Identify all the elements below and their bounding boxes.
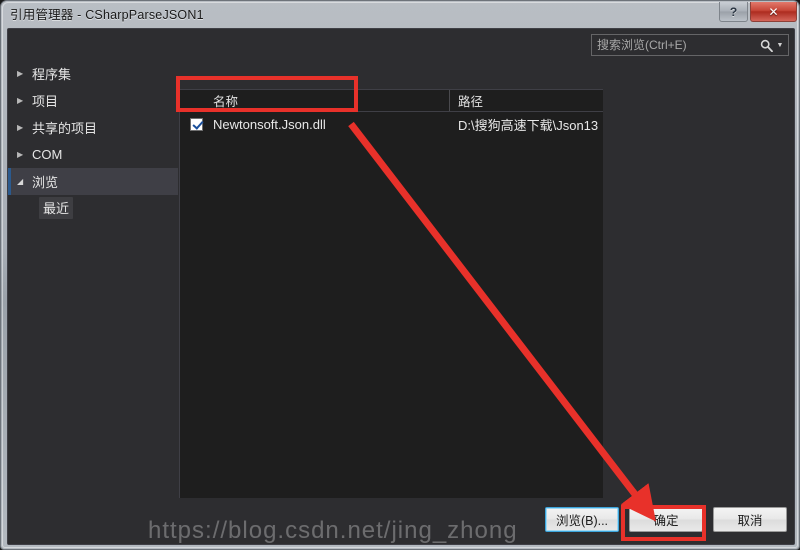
sidebar-item-browse[interactable]: ◢ 浏览	[8, 168, 178, 195]
ok-button[interactable]: 确定	[629, 507, 703, 532]
row-checkbox[interactable]	[190, 118, 203, 131]
sidebar-item-assemblies[interactable]: ▶ 程序集	[8, 60, 178, 87]
row-path-label: D:\搜狗高速下载\Json13	[458, 118, 599, 133]
search-input[interactable]	[592, 36, 758, 54]
sidebar-item-label: 共享的项目	[32, 121, 98, 136]
list-rows: Newtonsoft.Json.dll D:\搜狗高速下载\Json13	[180, 112, 603, 137]
sidebar-item-projects[interactable]: ▶ 项目	[8, 87, 178, 114]
close-button[interactable]: ✕	[750, 2, 797, 22]
sidebar-item-label: 项目	[32, 94, 59, 109]
caption-button-group: ? ✕	[719, 2, 797, 22]
chevron-right-icon: ▶	[17, 68, 24, 78]
sidebar-item-label: COM	[32, 147, 63, 162]
sidebar-item-recent[interactable]: 最近	[8, 195, 178, 221]
title-bar[interactable]: 引用管理器 - CSharpParseJSON1 ? ✕	[1, 1, 799, 27]
dialog-content: ▼ ▶ 程序集 ▶ 项目 ▶ 共享的项目 ▶ COM ◢	[7, 28, 795, 545]
column-header-path[interactable]: 路径	[450, 90, 603, 111]
chevron-down-icon[interactable]: ▼	[775, 36, 788, 54]
chevron-right-icon: ▶	[17, 122, 24, 132]
list-column-header: 名称 路径	[180, 90, 603, 112]
row-name-cell: Newtonsoft.Json.dll	[180, 117, 450, 132]
reference-manager-window: 引用管理器 - CSharpParseJSON1 ? ✕ ▼	[0, 0, 800, 550]
search-icon	[758, 36, 775, 54]
reference-list-panel: 名称 路径 Newtonsoft.Json.dll D:\搜狗高速下载\Json…	[179, 89, 603, 534]
row-name-label: Newtonsoft.Json.dll	[213, 117, 326, 132]
chevron-right-icon: ▶	[17, 149, 24, 159]
sidebar-item-shared-projects[interactable]: ▶ 共享的项目	[8, 114, 178, 141]
cancel-button[interactable]: 取消	[713, 507, 787, 532]
chevron-down-icon: ◢	[17, 176, 24, 186]
sidebar-item-label: 最近	[39, 197, 74, 219]
browse-button[interactable]: 浏览(B)...	[545, 507, 619, 532]
sidebar-item-com[interactable]: ▶ COM	[8, 141, 178, 168]
footer-button-group: 浏览(B)... 确定 取消	[545, 507, 787, 532]
sidebar-item-label: 浏览	[32, 175, 59, 190]
column-header-name[interactable]: 名称	[180, 90, 450, 111]
search-box[interactable]: ▼	[591, 34, 789, 56]
window-title: 引用管理器 - CSharpParseJSON1	[10, 8, 204, 22]
sidebar: ▶ 程序集 ▶ 项目 ▶ 共享的项目 ▶ COM ◢ 浏览 最近	[8, 29, 178, 544]
dialog-footer: 浏览(B)... 确定 取消	[8, 498, 794, 544]
table-row[interactable]: Newtonsoft.Json.dll D:\搜狗高速下载\Json13	[180, 112, 603, 137]
help-button[interactable]: ?	[719, 2, 748, 22]
chevron-right-icon: ▶	[17, 95, 24, 105]
sidebar-item-label: 程序集	[32, 67, 72, 82]
